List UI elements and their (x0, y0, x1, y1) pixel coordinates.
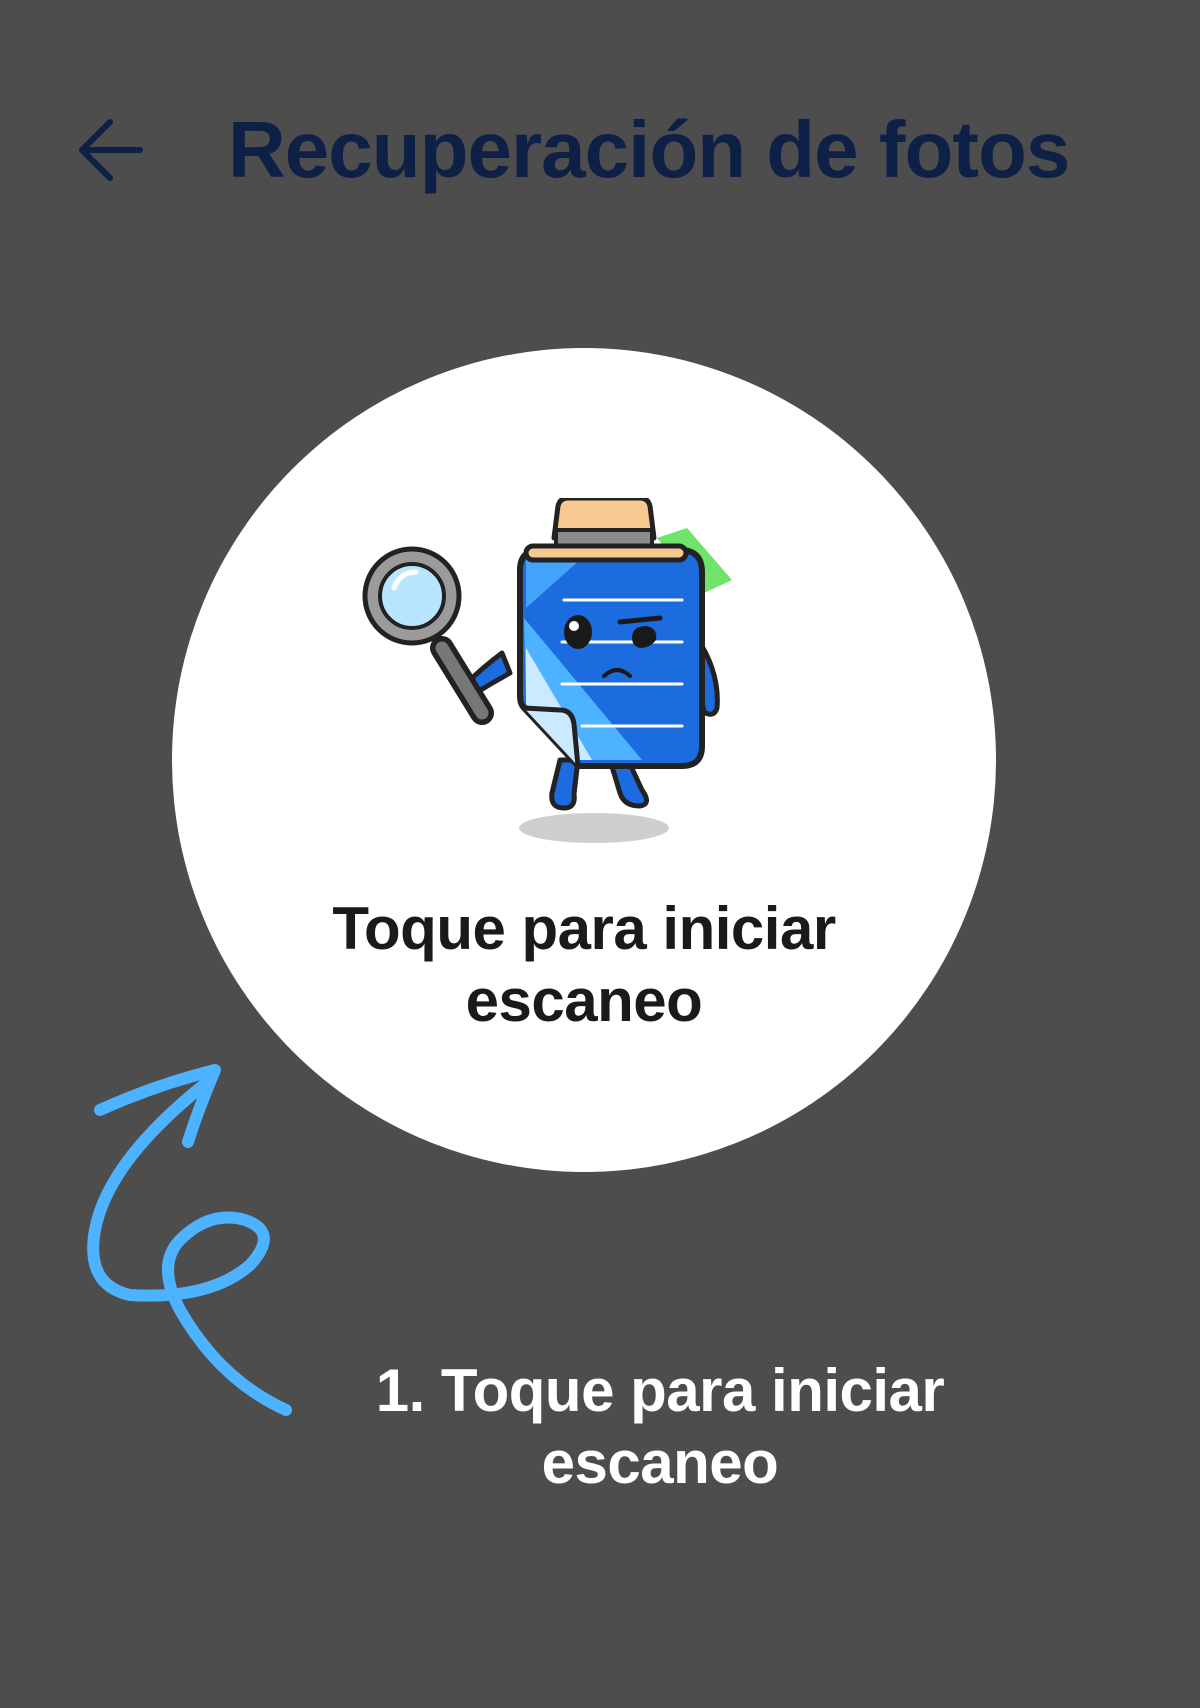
start-scan-label-line2: escaneo (465, 967, 703, 1034)
mascot-hat-brim (523, 543, 689, 563)
start-scan-label: Toque para iniciar escaneo (284, 893, 884, 1037)
start-scan-label-line1: Toque para iniciar (332, 895, 836, 962)
page-title: Recuperación de fotos (228, 105, 1070, 194)
instruction-line1: 1. Toque para iniciar (375, 1357, 945, 1424)
mascot-shadow (519, 813, 669, 843)
mascot-left-eye (564, 615, 592, 649)
app-header: Recuperación de fotos (0, 0, 1200, 300)
instruction-text: 1. Toque para iniciar escaneo (330, 1355, 990, 1499)
start-scan-button[interactable]: Toque para iniciar escaneo (172, 348, 996, 1172)
back-button[interactable] (60, 100, 160, 200)
mascot-left-leg (549, 757, 581, 811)
curly-arrow-icon (87, 1064, 292, 1416)
detective-note-mascot-illustration (362, 498, 732, 843)
instruction-line2: escaneo (541, 1429, 779, 1496)
arrow-left-icon (79, 119, 143, 181)
